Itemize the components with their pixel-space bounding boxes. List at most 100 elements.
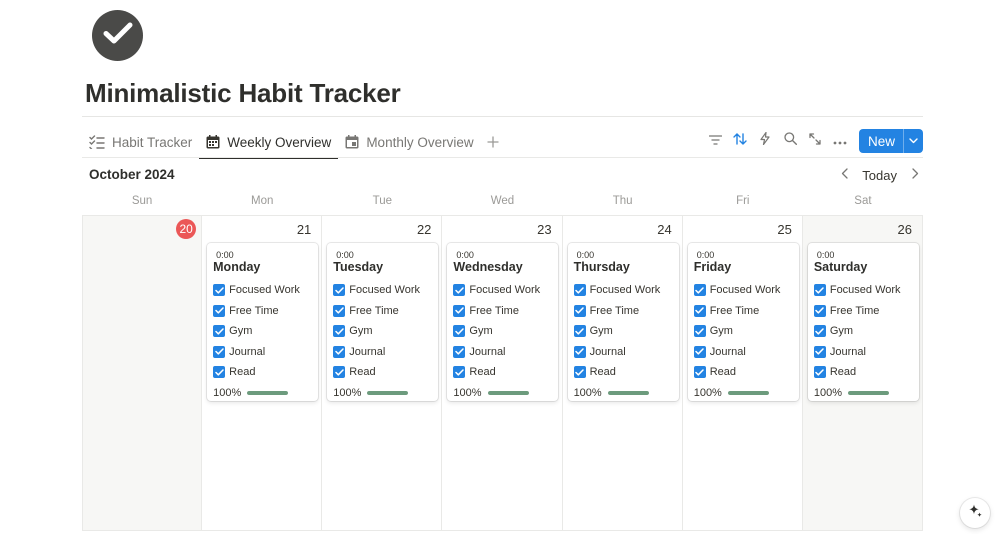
automations-button[interactable] bbox=[753, 130, 778, 152]
habit-checkbox[interactable] bbox=[213, 345, 226, 358]
habit-day-card[interactable]: 0:00 Monday Focused Work Free Time Gym Journa… bbox=[207, 243, 319, 401]
calendar-day-cell[interactable]: 25 0:00 Friday Focused Work Free Time Gym Jour… bbox=[683, 216, 803, 530]
checkmark-icon bbox=[575, 369, 584, 376]
filter-icon bbox=[708, 132, 723, 150]
habit-day-card[interactable]: 0:00 Wednesday Focused Work Free Time Gym Jou… bbox=[447, 243, 559, 401]
habit-item: Free Time bbox=[453, 301, 553, 322]
habit-checkbox[interactable] bbox=[573, 304, 586, 317]
filter-button[interactable] bbox=[703, 130, 728, 152]
habit-checkbox[interactable] bbox=[333, 366, 346, 379]
progress-percent: 100% bbox=[813, 386, 842, 399]
habit-checkbox[interactable] bbox=[573, 325, 586, 338]
habit-checkbox[interactable] bbox=[693, 284, 706, 297]
habit-checkbox[interactable] bbox=[333, 345, 346, 358]
habit-day-card[interactable]: 0:00 Tuesday Focused Work Free Time Gym Journ… bbox=[327, 243, 439, 401]
ai-assistant-button[interactable] bbox=[960, 498, 990, 528]
habit-checkbox[interactable] bbox=[213, 304, 226, 317]
card-time: 0:00 bbox=[456, 250, 474, 260]
calendar-day-cell[interactable]: 23 0:00 Wednesday Focused Work Free Time Gym J… bbox=[442, 216, 563, 530]
habit-checkbox[interactable] bbox=[813, 304, 826, 317]
habit-day-card[interactable]: 0:00 Friday Focused Work Free Time Gym Journa… bbox=[687, 243, 799, 401]
new-button[interactable]: New bbox=[858, 129, 923, 153]
checkmark-icon bbox=[695, 287, 704, 294]
habit-item: Read bbox=[813, 362, 914, 383]
habit-day-card[interactable]: 0:00 Thursday Focused Work Free Time Gym Jour… bbox=[567, 243, 679, 401]
habit-checkbox[interactable] bbox=[453, 345, 466, 358]
habit-checkbox[interactable] bbox=[573, 284, 586, 297]
habit-item: Free Time bbox=[693, 301, 794, 322]
habit-item: Focused Work bbox=[573, 280, 674, 301]
habit-checkbox[interactable] bbox=[693, 304, 706, 317]
habit-checkbox[interactable] bbox=[213, 366, 226, 379]
chevron-down-icon[interactable] bbox=[903, 129, 923, 153]
habit-label: Free Time bbox=[589, 304, 640, 317]
progress-bar bbox=[727, 390, 769, 395]
sort-button[interactable] bbox=[728, 130, 753, 152]
search-button[interactable] bbox=[778, 130, 803, 152]
progress-bar bbox=[607, 390, 649, 395]
calendar-day-cell[interactable]: 24 0:00 Thursday Focused Work Free Time Gym Jo… bbox=[563, 216, 683, 530]
page-icon[interactable] bbox=[92, 10, 143, 61]
checkmark-icon bbox=[214, 287, 224, 294]
card-time: 0:00 bbox=[216, 250, 234, 260]
checkmark-icon bbox=[335, 369, 344, 376]
habit-checkbox[interactable] bbox=[693, 366, 706, 379]
expand-button[interactable] bbox=[803, 130, 828, 152]
weekday-header: Tue bbox=[372, 195, 393, 207]
habit-checkbox[interactable] bbox=[693, 325, 706, 338]
page-title[interactable]: Minimalistic Habit Tracker bbox=[85, 78, 401, 109]
today-button[interactable]: Today bbox=[860, 168, 899, 183]
tab-weekly-overview[interactable]: Weekly Overview bbox=[199, 126, 339, 159]
checklist-icon bbox=[89, 135, 105, 149]
habit-label: Free Time bbox=[469, 304, 519, 317]
habit-label: Free Time bbox=[709, 304, 760, 317]
habit-checkbox[interactable] bbox=[453, 325, 466, 338]
habit-label: Journal bbox=[349, 345, 386, 358]
tab-habit-tracker[interactable]: Habit Tracker bbox=[82, 126, 199, 158]
habit-item: Gym bbox=[333, 321, 433, 342]
sort-icon bbox=[733, 132, 748, 150]
habit-checkbox[interactable] bbox=[213, 325, 226, 338]
calendar-day-cell[interactable]: 26 0:00 Saturday Focused Work Free Time Gym Jo… bbox=[802, 216, 923, 530]
habit-checkbox[interactable] bbox=[333, 304, 346, 317]
calendar-day-cell[interactable]: 22 0:00 Tuesday Focused Work Free Time Gym Jou… bbox=[322, 216, 443, 530]
habit-checkbox[interactable] bbox=[813, 284, 826, 297]
habit-item: Focused Work bbox=[813, 280, 914, 301]
habit-checkbox[interactable] bbox=[333, 325, 346, 338]
habit-checkbox[interactable] bbox=[693, 345, 706, 358]
habit-label: Read bbox=[829, 366, 857, 379]
calendar-day-cell[interactable]: 20 bbox=[82, 216, 203, 530]
card-time: 0:00 bbox=[336, 250, 354, 260]
checkmark-icon bbox=[455, 287, 464, 294]
checkmark-icon bbox=[815, 348, 825, 355]
day-number: 21 bbox=[296, 222, 312, 237]
habit-checkbox[interactable] bbox=[813, 325, 826, 338]
progress-bar-fill bbox=[607, 390, 649, 395]
calendar-day-cell[interactable]: 21 0:00 Monday Focused Work Free Time Gym Jour… bbox=[202, 216, 323, 530]
habit-item: Read bbox=[213, 362, 313, 383]
add-view-button[interactable] bbox=[481, 126, 505, 158]
tab-monthly-overview[interactable]: Monthly Overview bbox=[338, 126, 480, 158]
habit-checkbox[interactable] bbox=[453, 284, 466, 297]
previous-week-button[interactable] bbox=[836, 166, 852, 184]
habit-checkbox[interactable] bbox=[213, 284, 226, 297]
more-icon bbox=[833, 132, 847, 150]
more-options-button[interactable] bbox=[828, 130, 853, 152]
card-time: 0:00 bbox=[696, 250, 715, 260]
habit-label: Focused Work bbox=[229, 284, 300, 297]
day-number: 22 bbox=[416, 222, 432, 237]
next-week-button[interactable] bbox=[907, 166, 923, 184]
habit-item: Read bbox=[573, 362, 674, 383]
habit-label: Gym bbox=[469, 325, 493, 338]
habit-checkbox[interactable] bbox=[573, 366, 586, 379]
checkmark-icon bbox=[575, 328, 584, 335]
habit-checkbox[interactable] bbox=[333, 284, 346, 297]
habit-checkbox[interactable] bbox=[573, 345, 586, 358]
habit-checkbox[interactable] bbox=[453, 304, 466, 317]
habit-checkbox[interactable] bbox=[813, 366, 826, 379]
checkmark-icon bbox=[455, 348, 464, 355]
habit-checkbox[interactable] bbox=[453, 366, 466, 379]
lightning-icon bbox=[760, 131, 771, 150]
habit-day-card[interactable]: 0:00 Saturday Focused Work Free Time Gym Jour… bbox=[807, 243, 919, 401]
habit-checkbox[interactable] bbox=[813, 345, 826, 358]
